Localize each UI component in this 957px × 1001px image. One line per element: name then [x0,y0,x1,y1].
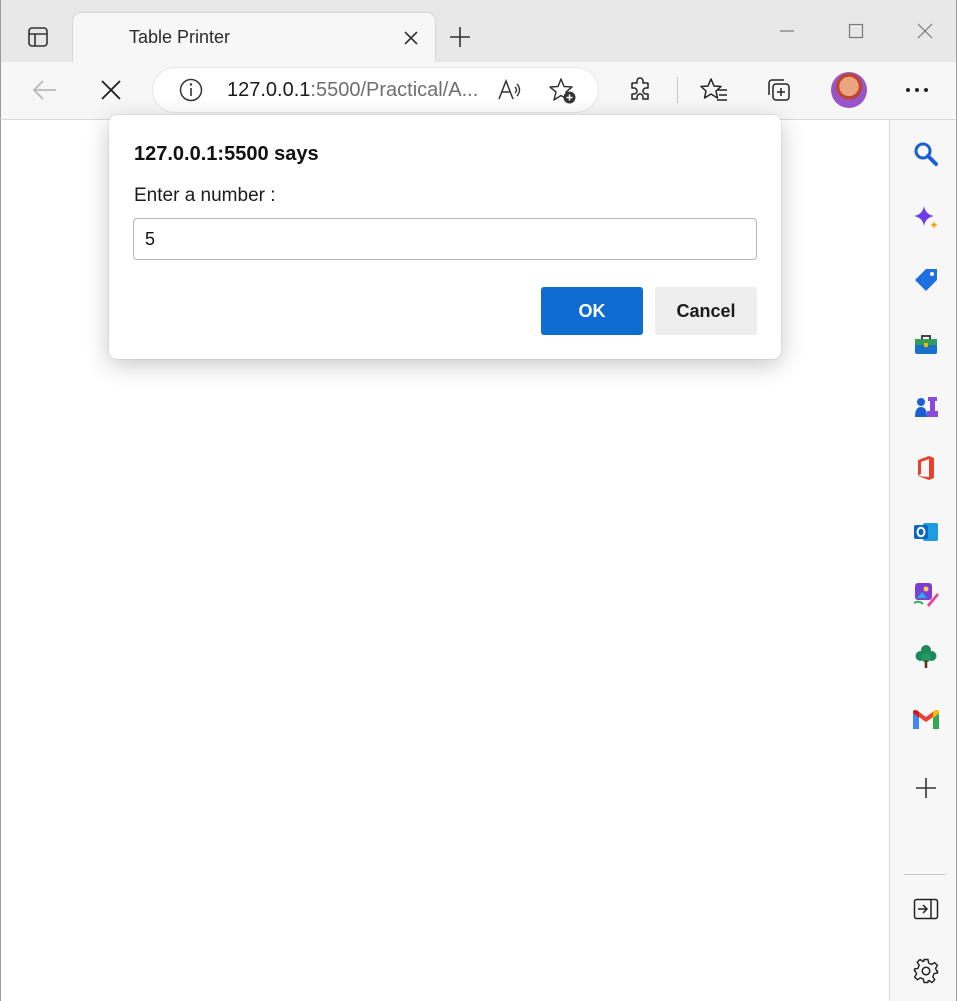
more-icon [906,88,928,92]
read-aloud-icon [498,78,521,100]
ok-button[interactable]: OK [541,287,643,335]
tab-title: Table Printer [129,27,231,47]
search-icon [914,142,938,166]
edge-sidebar [889,120,957,1001]
sidebar-search-button[interactable] [908,136,944,172]
active-tab[interactable]: Table Printer [73,13,435,63]
sidebar-add-button[interactable] [908,770,944,806]
dialog-message: Enter a number : [134,185,276,206]
url-host: 127.0.0.1 [227,79,311,101]
copilot-icon [914,206,938,229]
profile-avatar[interactable] [831,72,867,108]
extensions-button[interactable] [623,72,659,108]
games-icon [915,397,938,417]
maximize-button[interactable] [841,16,871,46]
favorites-button[interactable] [696,72,732,108]
tools-icon [915,335,937,354]
back-button[interactable] [27,72,63,108]
hide-sidebar-icon [913,898,939,920]
sidebar-settings-button[interactable] [908,953,944,989]
plus-icon [450,27,470,47]
sidebar-tree-button[interactable] [908,638,944,674]
extensions-icon [631,77,649,100]
sidebar-games-button[interactable] [908,388,944,424]
minimize-icon [780,30,794,32]
window-close-button[interactable] [910,16,940,46]
sidebar-outlook-button[interactable] [908,514,944,550]
minimize-button[interactable] [772,16,802,46]
new-tab-button[interactable] [445,22,475,52]
outlook-icon [914,523,938,541]
address-bar[interactable]: 127.0.0.1:5500/Practical/A... [153,68,598,112]
more-button[interactable] [899,72,935,108]
maximize-icon [848,23,864,39]
tab-actions-button[interactable] [15,14,61,60]
back-arrow-icon [32,80,56,100]
add-favorite-button[interactable] [549,77,577,110]
dialog-title: 127.0.0.1:5500 says [134,143,319,165]
close-icon [404,31,418,45]
favorites-icon [700,78,727,101]
toolbar-separator [677,77,678,103]
gmail-icon [913,710,939,729]
designer-icon [913,583,939,607]
sidebar-copilot-button[interactable] [908,200,944,236]
window-close-icon [917,23,933,39]
url-path: :5500/Practical/A... [310,79,479,101]
stop-icon [101,80,121,100]
hide-sidebar-button[interactable] [908,891,944,927]
cancel-button[interactable]: Cancel [655,287,757,335]
sidebar-tools-button[interactable] [908,326,944,362]
sidebar-shopping-button[interactable] [908,262,944,298]
read-aloud-button[interactable] [497,78,523,107]
sidebar-office-button[interactable] [908,450,944,486]
prompt-dialog: 127.0.0.1:5500 says Enter a number : OK … [109,115,781,359]
collections-icon [768,79,790,101]
settings-icon [913,958,939,984]
site-info-button[interactable] [179,78,203,107]
prompt-input[interactable] [133,218,757,260]
add-favorite-icon [549,78,576,104]
stop-loading-button[interactable] [93,72,129,108]
shopping-icon [915,269,937,291]
title-bar: Table Printer [0,0,957,63]
sidebar-designer-button[interactable] [908,576,944,612]
info-icon [179,78,203,102]
tree-icon [915,645,937,668]
sidebar-gmail-button[interactable] [908,702,944,738]
url-text: 127.0.0.1:5500/Practical/A... [227,79,478,102]
tab-close-button[interactable] [401,28,421,48]
sidebar-separator [904,874,946,875]
add-icon [916,778,936,798]
collections-button[interactable] [762,72,798,108]
tab-actions-icon [28,27,48,47]
office-icon [918,456,934,480]
browser-toolbar: 127.0.0.1:5500/Practical/A... [0,62,957,120]
